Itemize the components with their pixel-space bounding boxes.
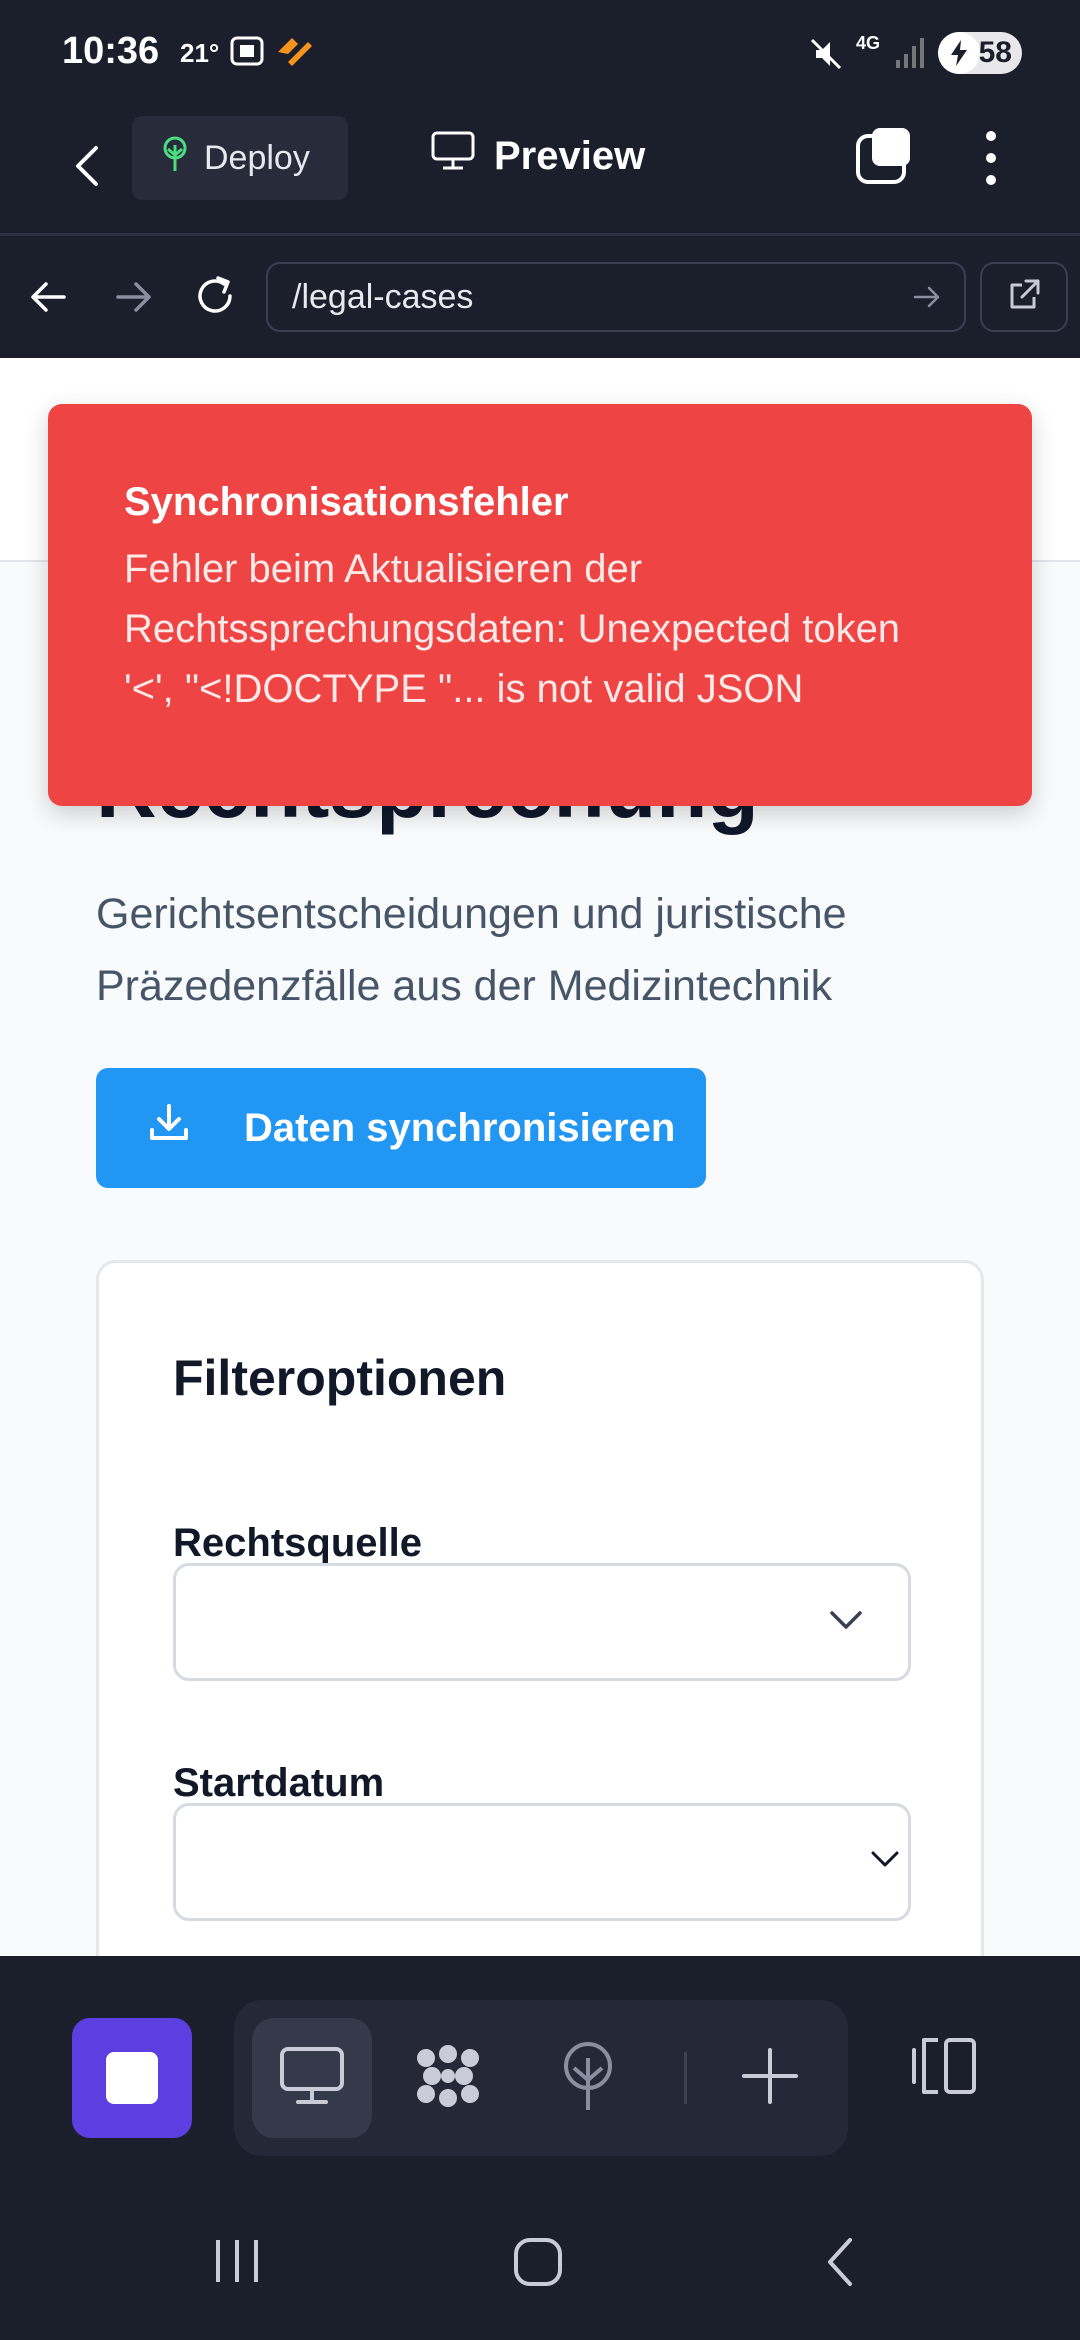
tabs-button[interactable] xyxy=(854,126,914,186)
screenshot-icon xyxy=(228,32,266,75)
toolbar-divider xyxy=(684,2052,687,2104)
add-button[interactable] xyxy=(710,2018,830,2138)
system-back-icon[interactable] xyxy=(820,2236,860,2293)
mute-icon xyxy=(808,36,844,77)
stop-button[interactable] xyxy=(72,2018,192,2138)
chevron-down-icon xyxy=(870,1848,900,1875)
source-label: Rechtsquelle xyxy=(173,1521,422,1565)
panel-toggle-icon[interactable] xyxy=(908,2036,980,2101)
browser-back-icon[interactable] xyxy=(24,272,74,322)
filter-title: Filteroptionen xyxy=(173,1350,507,1406)
sync-button-label: Daten synchronisieren xyxy=(244,1105,676,1150)
bottom-toolbar xyxy=(0,1956,1080,2166)
status-temperature: 21° xyxy=(180,38,220,68)
chevron-down-icon xyxy=(828,1608,864,1637)
plus-icon xyxy=(740,2046,800,2111)
error-toast[interactable]: Synchronisationsfehler Fehler beim Aktua… xyxy=(48,404,1032,806)
deploy-button[interactable]: Deploy xyxy=(132,116,348,200)
deploy-tool-button[interactable] xyxy=(528,2018,648,2138)
monitor-icon xyxy=(430,130,494,182)
source-select[interactable] xyxy=(173,1563,911,1681)
tool-group xyxy=(234,2000,848,2156)
go-arrow-icon[interactable] xyxy=(910,280,944,323)
signal-icon xyxy=(892,34,928,75)
preview-label: Preview xyxy=(494,133,646,178)
download-icon xyxy=(146,1100,244,1156)
preview-tool-button[interactable] xyxy=(252,2018,372,2138)
app-bar: Deploy Preview xyxy=(0,106,1080,236)
network-type: 4G xyxy=(856,33,881,53)
monitor-icon xyxy=(278,2045,346,2112)
battery-level: 58 xyxy=(978,36,1012,69)
tree-icon xyxy=(557,2040,619,2117)
status-bar: 10:36 21° 4G 58 xyxy=(0,0,1080,106)
back-button[interactable] xyxy=(62,136,112,196)
toast-title: Synchronisationsfehler xyxy=(124,480,569,524)
preview-tab[interactable]: Preview xyxy=(430,130,645,182)
url-input[interactable]: /legal-cases xyxy=(266,262,966,332)
deploy-label: Deploy xyxy=(204,138,310,177)
battery-indicator: 58 xyxy=(938,32,1022,74)
external-link-icon xyxy=(1006,277,1042,318)
filter-card: Filteroptionen Rechtsquelle Startdatum xyxy=(96,1260,984,1956)
browser-forward-icon[interactable] xyxy=(108,272,158,322)
home-icon[interactable] xyxy=(512,2236,564,2293)
integrations-tool-button[interactable] xyxy=(388,2018,508,2138)
start-date-select[interactable] xyxy=(173,1803,911,1921)
url-text: /legal-cases xyxy=(292,277,474,316)
sync-data-button[interactable]: Daten synchronisieren xyxy=(96,1068,706,1188)
system-nav-bar xyxy=(0,2166,1080,2340)
open-external-button[interactable] xyxy=(980,262,1068,332)
browser-toolbar: /legal-cases xyxy=(0,236,1080,358)
app-notification-icon xyxy=(274,34,316,75)
reload-icon[interactable] xyxy=(190,272,240,322)
more-menu-icon[interactable] xyxy=(976,128,1006,188)
integrations-icon xyxy=(412,2040,484,2117)
toast-message: Fehler beim Aktualisieren der Rechtsspre… xyxy=(124,547,901,711)
recent-apps-icon[interactable] xyxy=(212,2236,262,2291)
tree-icon xyxy=(158,135,204,182)
status-time: 10:36 xyxy=(62,30,160,72)
stop-icon xyxy=(106,2052,158,2104)
page-subtitle: Gerichtsentscheidungen und juristische P… xyxy=(96,890,847,1010)
start-date-label: Startdatum xyxy=(173,1761,385,1805)
